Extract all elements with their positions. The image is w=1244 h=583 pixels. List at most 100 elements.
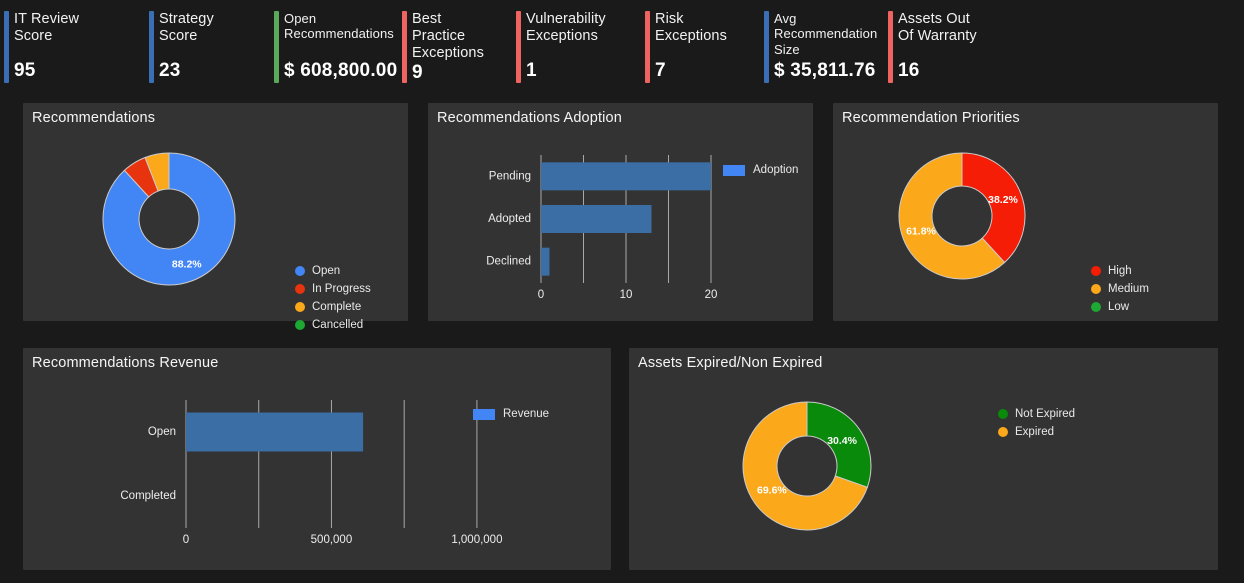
kpi-value: 9 (412, 62, 423, 84)
kpi-label: Risk Exceptions (655, 11, 727, 45)
chart-category-label: Declined (486, 256, 531, 268)
kpi-accent-bar (516, 11, 521, 83)
legend-item[interactable]: Not Expired (998, 405, 1075, 423)
legend-swatch-icon (723, 164, 745, 176)
donut-priorities: 38.2% 61.8% (897, 151, 1027, 281)
legend-assets: Not Expired Expired (998, 405, 1075, 441)
kpi-accent-bar (764, 11, 769, 83)
kpi-accent-bar (4, 11, 9, 83)
legend-item[interactable]: Open (295, 262, 371, 280)
legend-label: Low (1108, 301, 1130, 313)
panel-title-priorities: Recommendation Priorities (842, 110, 1020, 126)
legend-label: Complete (312, 301, 362, 313)
kpi-card[interactable]: Best Practice Exceptions 9 (398, 0, 512, 97)
donut-slice-label: 88.2% (172, 258, 202, 270)
panel-assets: Assets Expired/Non Expired 30.4% 69.6% No… (629, 348, 1218, 570)
panel-priorities: Recommendation Priorities 38.2% 61.8% Hig… (833, 103, 1218, 321)
kpi-accent-bar (274, 11, 279, 83)
legend-label: In Progress (312, 283, 371, 295)
legend-swatch-icon (1091, 302, 1101, 312)
legend-swatch-icon (1091, 266, 1101, 276)
legend-item[interactable]: Low (1091, 298, 1149, 316)
legend-swatch-icon (998, 427, 1008, 437)
kpi-card[interactable]: Open Recommendations $ 608,800.00 (270, 0, 398, 97)
kpi-value: 23 (159, 60, 181, 81)
donut-slice-label: 30.4% (827, 435, 857, 447)
legend-item[interactable]: In Progress (295, 280, 371, 298)
panel-title-recommendations: Recommendations (32, 110, 156, 126)
donut-slice-label: 61.8% (906, 226, 936, 238)
kpi-value: $ 35,811.76 (774, 60, 876, 81)
kpi-card[interactable]: Vulnerability Exceptions 1 (512, 0, 641, 97)
legend-swatch-icon (473, 408, 495, 420)
chart-axis-tick-label: 1,000,000 (451, 534, 502, 546)
chart-axis-tick-label: 0 (538, 289, 544, 301)
kpi-accent-bar (888, 11, 893, 83)
kpi-label: Open Recommendations (284, 11, 394, 42)
kpi-value: 1 (526, 60, 537, 81)
kpi-label: Avg Recommendation Size (774, 11, 878, 57)
legend-swatch-icon (295, 266, 305, 276)
kpi-value: 7 (655, 60, 666, 81)
legend-adoption: Adoption (723, 161, 798, 179)
chart-bar[interactable] (186, 412, 364, 452)
legend-swatch-icon (295, 284, 305, 294)
legend-label: Expired (1015, 426, 1054, 438)
legend-swatch-icon (295, 320, 305, 330)
legend-item[interactable]: Complete (295, 298, 371, 316)
chart-bar[interactable] (541, 205, 652, 233)
chart-category-label: Adopted (488, 213, 531, 225)
kpi-value: 95 (14, 60, 36, 81)
kpi-accent-bar (402, 11, 407, 83)
donut-assets: 30.4% 69.6% (741, 400, 873, 532)
chart-bar[interactable] (541, 247, 550, 276)
legend-label: Adoption (753, 164, 799, 176)
legend-label: Medium (1108, 283, 1149, 295)
legend-item[interactable]: Medium (1091, 280, 1149, 298)
kpi-value: $ 608,800.00 (284, 60, 398, 81)
legend-item[interactable]: High (1091, 262, 1149, 280)
panel-title-adoption: Recommendations Adoption (437, 110, 622, 126)
chart-axis-tick-label: 10 (620, 289, 633, 301)
legend-item[interactable]: Revenue (473, 405, 549, 423)
legend-priorities: High Medium Low (1091, 262, 1149, 316)
kpi-card[interactable]: Avg Recommendation Size $ 35,811.76 (760, 0, 884, 97)
kpi-label: IT Review Score (14, 11, 80, 45)
legend-item[interactable]: Cancelled (295, 316, 371, 334)
dashboard-root: IT Review Score 95 Strategy Score 23 Open Re… (0, 0, 1244, 583)
kpi-label: Best Practice Exceptions (412, 11, 484, 62)
panel-title-assets: Assets Expired/Non Expired (638, 355, 823, 371)
legend-recommendations: Open In Progress Complete Cancelled (295, 262, 371, 334)
legend-swatch-icon (998, 409, 1008, 419)
kpi-accent-bar (149, 11, 154, 83)
legend-label: Cancelled (312, 319, 364, 331)
legend-item[interactable]: Expired (998, 423, 1075, 441)
donut-slice-label: 38.2% (988, 194, 1018, 206)
kpi-card[interactable]: Risk Exceptions 7 (641, 0, 760, 97)
chart-bar[interactable] (541, 162, 711, 191)
kpi-card[interactable]: Strategy Score 23 (145, 0, 270, 97)
kpi-label: Assets Out Of Warranty (898, 11, 977, 45)
chart-axis-tick-label: 0 (183, 534, 189, 546)
panel-revenue: Recommendations Revenue Open Completed 0 50… (23, 348, 611, 570)
panel-title-revenue: Recommendations Revenue (32, 355, 219, 371)
legend-revenue: Revenue (473, 405, 549, 423)
kpi-label: Strategy Score (159, 11, 214, 45)
legend-label: Open (312, 265, 341, 277)
kpi-card[interactable]: IT Review Score 95 (0, 0, 145, 97)
legend-label: Revenue (503, 408, 550, 420)
legend-swatch-icon (295, 302, 305, 312)
panel-adoption: Recommendations Adoption Pending Adopted D… (428, 103, 813, 321)
kpi-value: 16 (898, 60, 920, 81)
chart-category-label: Pending (489, 170, 531, 182)
legend-swatch-icon (1091, 284, 1101, 294)
legend-item[interactable]: Adoption (723, 161, 798, 179)
panel-recommendations: Recommendations 88.2% Open In Progress Com… (23, 103, 408, 331)
kpi-card[interactable]: Assets Out Of Warranty 16 (884, 0, 1024, 97)
kpi-label: Vulnerability Exceptions (526, 11, 606, 45)
chart-category-label: Open (148, 426, 176, 438)
kpi-row: IT Review Score 95 Strategy Score 23 Open Re… (0, 0, 1244, 97)
donut-recommendations: 88.2% (101, 151, 237, 287)
chart-category-label: Completed (120, 490, 176, 502)
chart-axis-tick-label: 500,000 (311, 534, 353, 546)
